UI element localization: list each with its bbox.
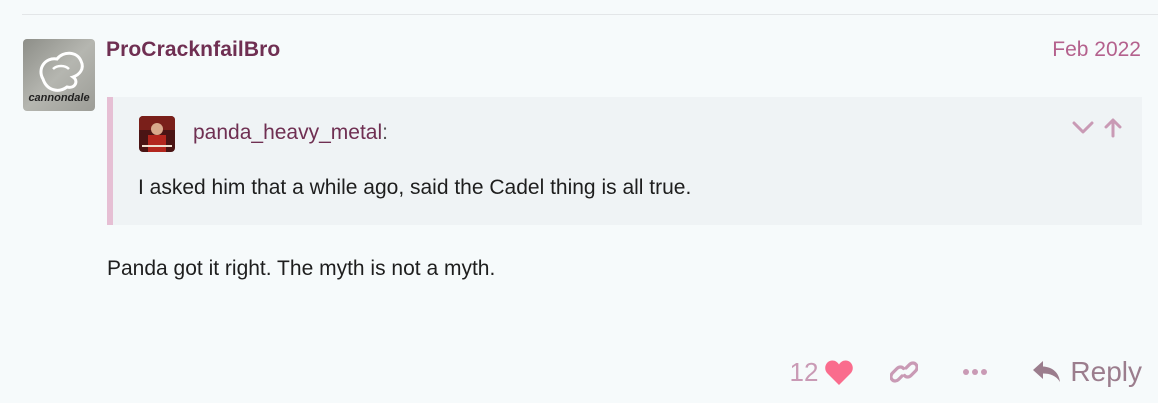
quote-colon: : xyxy=(382,121,388,144)
post-date[interactable]: Feb 2022 xyxy=(1052,38,1141,62)
reply-label[interactable]: Reply xyxy=(1070,356,1142,388)
like-count[interactable]: 12 xyxy=(789,357,818,388)
quote-username[interactable]: panda_heavy_metal: xyxy=(193,121,388,145)
cannondale-logo-avatar: cannondale xyxy=(23,39,95,111)
quote-block: panda_heavy_metal: I asked him that a wh… xyxy=(107,97,1142,225)
post-actions: 12 Reply xyxy=(789,352,1142,392)
post-username[interactable]: ProCracknfailBro xyxy=(106,38,280,62)
reply-arrow-icon[interactable] xyxy=(1032,360,1062,384)
arrow-up-icon[interactable] xyxy=(1104,118,1122,138)
post-body: Panda got it right. The myth is not a my… xyxy=(107,257,496,280)
user-avatar-icon xyxy=(139,116,175,152)
chevron-down-icon[interactable] xyxy=(1072,121,1094,135)
avatar-logo-text: cannondale xyxy=(28,92,89,104)
quote-username-text[interactable]: panda_heavy_metal xyxy=(193,121,382,144)
link-icon[interactable] xyxy=(890,360,919,384)
quote-text: I asked him that a while ago, said the C… xyxy=(138,176,692,199)
top-divider xyxy=(22,14,1158,15)
ellipsis-icon[interactable] xyxy=(962,368,988,376)
user-avatar[interactable]: cannondale xyxy=(23,39,95,111)
reply-button[interactable]: Reply xyxy=(1032,356,1142,388)
quote-controls xyxy=(1072,118,1122,138)
heart-icon[interactable] xyxy=(824,359,854,386)
quote-avatar xyxy=(139,116,175,152)
like-button[interactable]: 12 xyxy=(789,357,854,388)
